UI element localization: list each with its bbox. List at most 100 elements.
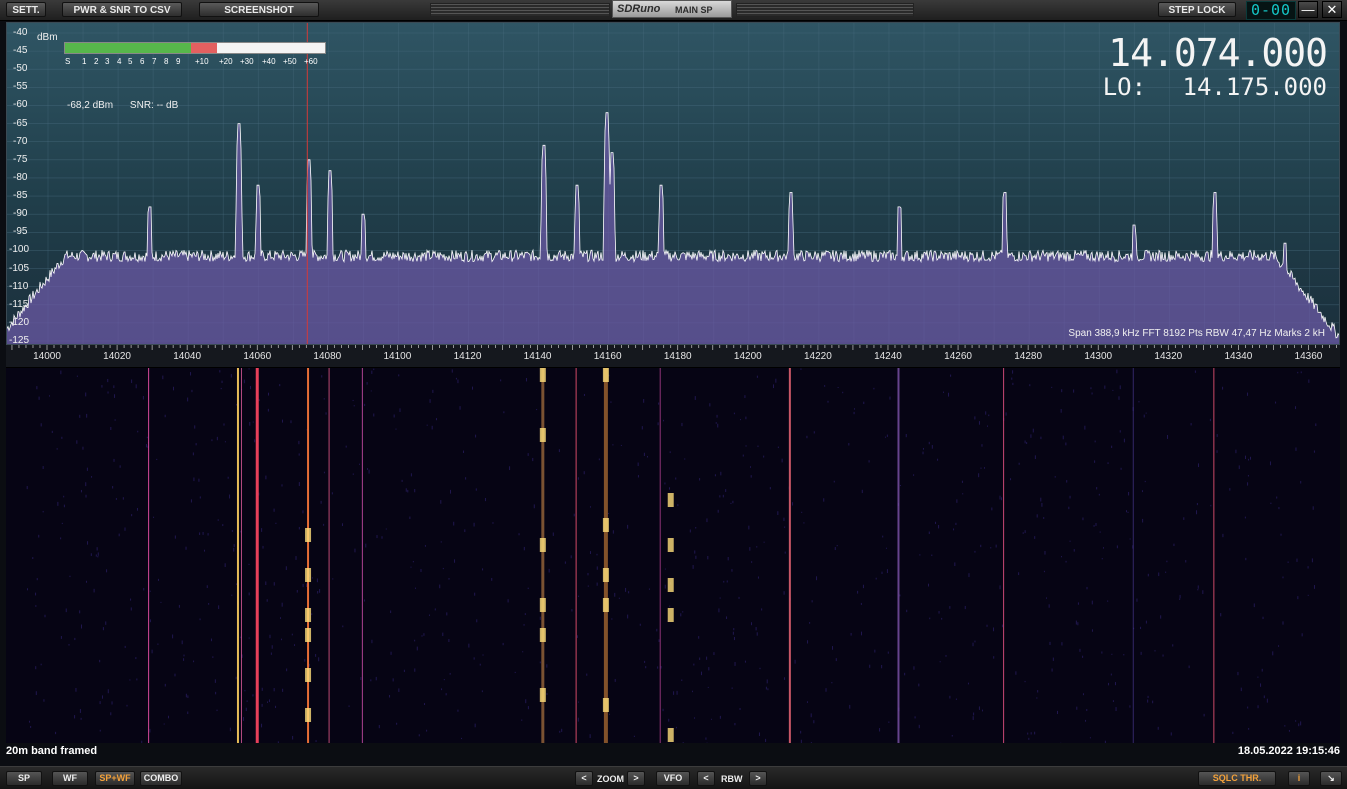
s-meter — [64, 42, 326, 54]
bottom-toolbar: SP WF SP+WF COMBO < ZOOM > VFO < RBW > S… — [0, 766, 1347, 789]
info-button[interactable]: i — [1288, 771, 1310, 786]
s-meter-tick: 2 — [94, 57, 98, 66]
rbw-label: RBW — [721, 774, 743, 784]
minimize-icon[interactable]: — — [1298, 1, 1318, 18]
settings-button[interactable]: SETT. — [6, 2, 46, 17]
vfo-frequency[interactable]: 14.074.000 — [1108, 31, 1327, 75]
frequency-tick-label: 14180 — [664, 351, 692, 362]
db-tick-label: -85 — [13, 190, 27, 201]
s-meter-tick: 6 — [140, 57, 144, 66]
s-meter-green — [65, 43, 191, 53]
s-meter-tick: 3 — [105, 57, 109, 66]
frequency-tick-label: 14360 — [1295, 351, 1323, 362]
db-tick-label: -115 — [9, 299, 28, 310]
waterfall-label: 20m band framed — [6, 745, 97, 757]
db-tick-label: -75 — [13, 154, 27, 165]
frequency-tick-label: 14320 — [1154, 351, 1182, 362]
window-drag-grip[interactable] — [430, 3, 610, 17]
wf-button[interactable]: WF — [52, 771, 88, 786]
db-unit-label: dBm — [37, 32, 58, 43]
zoom-in-button[interactable]: > — [627, 771, 645, 786]
frequency-tick-label: 14220 — [804, 351, 832, 362]
app-title: SDRuno MAIN SP — [612, 0, 732, 18]
db-tick-label: -95 — [13, 226, 27, 237]
db-tick-label: -60 — [13, 99, 27, 110]
level-value: -68,2 dBm — [67, 100, 113, 111]
spectrum-display[interactable]: -40 -45 -50 -55 -60 -65 -70 -75 -80 -85 -90 -95 -100… — [6, 22, 1340, 345]
screenshot-button[interactable]: SCREENSHOT — [199, 2, 319, 17]
close-icon[interactable]: ✕ — [1322, 1, 1342, 18]
frequency-tick-label: 14080 — [313, 351, 341, 362]
s-meter-red — [191, 43, 217, 53]
resize-icon[interactable]: ↘ — [1320, 771, 1342, 786]
sp-button[interactable]: SP — [6, 771, 42, 786]
level-readout: -68,2 dBm SNR: -- dB — [67, 100, 178, 111]
window-drag-grip-right[interactable] — [736, 3, 914, 17]
frequency-tick-label: 14340 — [1224, 351, 1252, 362]
db-tick-label: -110 — [9, 281, 28, 292]
frequency-tick-label: 14140 — [524, 351, 552, 362]
snr-value: SNR: -- dB — [130, 100, 178, 111]
app-brand: SDRuno — [617, 3, 660, 15]
db-tick-label: -90 — [13, 208, 27, 219]
db-tick-label: -65 — [13, 118, 27, 129]
lo-frequency: 14.175.000 — [1183, 73, 1328, 101]
step-lock-button[interactable]: STEP LOCK — [1158, 2, 1236, 17]
waterfall-image — [6, 368, 1340, 743]
zoom-out-button[interactable]: < — [575, 771, 593, 786]
db-tick-label: -120 — [9, 317, 29, 328]
s-meter-tick: +30 — [240, 57, 254, 66]
pwr-snr-csv-button[interactable]: PWR & SNR TO CSV — [62, 2, 182, 17]
combo-button[interactable]: COMBO — [140, 771, 182, 786]
waterfall-signals — [148, 368, 1214, 743]
frequency-axis[interactable]: 14000 14020 14040 14060 14080 14100 14120 14140… — [6, 345, 1340, 368]
waterfall-display[interactable] — [6, 368, 1340, 743]
frequency-tick-label: 14060 — [243, 351, 271, 362]
waterfall-noise — [27, 368, 1317, 743]
frequency-tick-label: 14240 — [874, 351, 902, 362]
frequency-tick-label: 14020 — [103, 351, 131, 362]
spectrum-fill — [7, 113, 1340, 345]
db-tick-label: -105 — [9, 263, 29, 274]
s-meter-tick: +60 — [304, 57, 318, 66]
zoom-label: ZOOM — [597, 774, 624, 784]
db-tick-label: -80 — [13, 172, 27, 183]
top-toolbar: SETT. PWR & SNR TO CSV SCREENSHOT SDRuno… — [0, 0, 1347, 21]
s-meter-tick: 5 — [128, 57, 132, 66]
frequency-tick-label: 14260 — [944, 351, 972, 362]
s-meter-tick: 9 — [176, 57, 180, 66]
display-digits: 0-00 — [1246, 1, 1296, 20]
frequency-tick-label: 14100 — [383, 351, 411, 362]
frequency-tick-label: 14120 — [454, 351, 482, 362]
spectrum-info: Span 388,9 kHz FFT 8192 Pts RBW 47,47 Hz… — [1068, 328, 1325, 339]
rbw-increase-button[interactable]: > — [749, 771, 767, 786]
s-meter-tick: S — [65, 57, 70, 66]
frequency-tick-label: 14040 — [173, 351, 201, 362]
s-meter-tick: 7 — [152, 57, 156, 66]
s-meter-tick: +10 — [195, 57, 209, 66]
db-tick-label: -100 — [9, 244, 29, 255]
frequency-tick-label: 14200 — [734, 351, 762, 362]
s-meter-tick: +50 — [283, 57, 297, 66]
vfo-button[interactable]: VFO — [656, 771, 690, 786]
panel-name: MAIN SP — [675, 5, 713, 15]
frequency-tick-label: 14280 — [1014, 351, 1042, 362]
s-meter-tick: 1 — [82, 57, 86, 66]
waterfall-timestamp: 18.05.2022 19:15:46 — [1238, 745, 1340, 757]
db-tick-label: -40 — [13, 27, 27, 38]
db-tick-label: -70 — [13, 136, 27, 147]
s-meter-tick: 4 — [117, 57, 121, 66]
db-tick-label: -125 — [9, 335, 29, 345]
db-tick-label: -50 — [13, 63, 27, 74]
frequency-tick-label: 14000 — [33, 351, 61, 362]
s-meter-tick: +40 — [262, 57, 276, 66]
db-tick-label: -45 — [13, 45, 27, 56]
s-meter-tick: 8 — [164, 57, 168, 66]
sqlc-threshold-button[interactable]: SQLC THR. — [1198, 771, 1276, 786]
frequency-tick-label: 14300 — [1084, 351, 1112, 362]
db-tick-label: -55 — [13, 81, 27, 92]
lo-frequency-display[interactable]: LO: 14.175.000 — [1103, 73, 1327, 101]
rbw-decrease-button[interactable]: < — [697, 771, 715, 786]
sp-wf-button[interactable]: SP+WF — [95, 771, 135, 786]
s-meter-tick: +20 — [219, 57, 233, 66]
